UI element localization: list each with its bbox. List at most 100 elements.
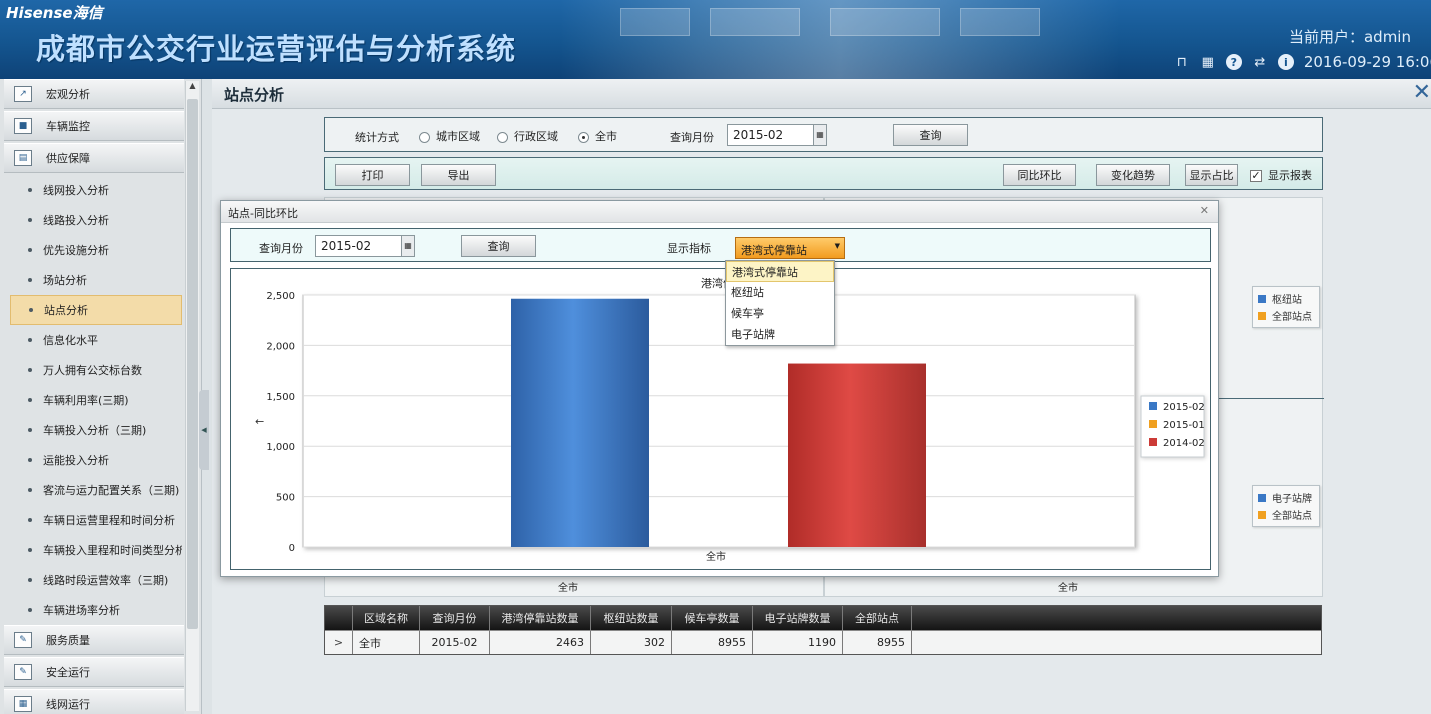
sidebar-item-priority[interactable]: 优先设施分析 — [10, 235, 182, 265]
modal-month-input[interactable]: 2015-02 ▦ — [315, 235, 415, 257]
radio-button[interactable] — [419, 131, 430, 143]
scrollbar-thumb[interactable] — [187, 99, 198, 629]
bg-xlabel-right: 全市 — [1058, 583, 1078, 594]
info-icon[interactable]: i — [1277, 54, 1294, 70]
chart-icon: ↗ — [14, 86, 32, 102]
sidebar-item-depot[interactable]: 场站分析 — [10, 265, 182, 295]
x-tick-label: 全市 — [706, 550, 726, 563]
y-axis-ticks: 0 500 1,000 1,500 2,000 2,500 — [266, 291, 295, 554]
y-tick-label: 500 — [276, 493, 295, 504]
sidebar-item-per-10k[interactable]: 万人拥有公交标台数 — [10, 355, 182, 385]
radio-admin-area[interactable]: 行政区域 — [497, 128, 558, 144]
sidebar-scrollbar[interactable]: ▲ — [185, 81, 199, 711]
radio-whole-city[interactable]: 全市 — [578, 128, 617, 144]
sidebar-cat-supply[interactable]: ▤ 供应保障 — [4, 143, 184, 173]
monitor-icon: ■ — [14, 118, 32, 134]
modal-toolbar: 查询月份 2015-02 ▦ 查询 显示指标 港湾式停靠站 ▼ — [230, 228, 1211, 262]
sidebar-item-efficiency[interactable]: 线路时段运营效率（三期) — [10, 565, 182, 595]
print-button[interactable]: 打印 — [335, 164, 410, 186]
sidebar-item-capacity[interactable]: 运能投入分析 — [10, 445, 182, 475]
bar-2015-02[interactable] — [511, 298, 649, 547]
column-header[interactable]: 查询月份 — [420, 606, 490, 630]
help-icon[interactable]: ? — [1225, 54, 1242, 70]
check-icon[interactable]: ✓ — [1250, 170, 1262, 182]
y-tick-label: 1,000 — [266, 442, 295, 453]
modal-query-button[interactable]: 查询 — [461, 235, 536, 257]
calendar-icon[interactable]: ▦ — [813, 125, 826, 145]
column-header[interactable]: 枢纽站数量 — [591, 606, 672, 630]
plot-area — [302, 294, 1136, 548]
sidebar-item-station[interactable]: 站点分析 — [10, 295, 182, 325]
column-header[interactable]: 候车亭数量 — [672, 606, 753, 630]
filter-panel: 统计方式 城市区域 行政区域 全市 查询月份 2015-02 ▦ 查询 — [324, 117, 1323, 152]
calendar-icon[interactable]: ▦ — [401, 236, 414, 256]
modal-title: 站点-同比环比 — [228, 207, 298, 220]
modal-month-label: 查询月份 — [259, 242, 303, 255]
table-cell: 1190 — [753, 631, 843, 654]
column-header[interactable]: 港湾停靠站数量 — [490, 606, 591, 630]
row-indicator-icon: > — [325, 631, 353, 654]
y-axis-arrow-icon: ← — [255, 415, 264, 428]
scroll-up-icon[interactable]: ▲ — [186, 81, 199, 95]
bg-xlabel-left: 全市 — [558, 583, 578, 594]
close-page-icon[interactable]: ✕ — [1413, 82, 1431, 104]
safety-icon: ✎ — [14, 664, 32, 680]
modal-titlebar[interactable]: 站点-同比环比 ✕ — [221, 201, 1218, 223]
sidebar-cat-label: 线网运行 — [46, 698, 90, 711]
legend-label: 2015-02 — [1163, 402, 1205, 413]
table-header: 区域名称 查询月份 港湾停靠站数量 枢纽站数量 候车亭数量 电子站牌数量 全部站… — [325, 606, 1321, 630]
supply-icon: ▤ — [14, 150, 32, 166]
header-bus-image — [560, 0, 1120, 79]
dropdown-option[interactable]: 港湾式停靠站 — [726, 261, 834, 282]
yoy-button[interactable]: 同比环比 — [1003, 164, 1076, 186]
sidebar-item-mileage-type[interactable]: 车辆投入里程和时间类型分析 — [10, 535, 182, 565]
dropdown-option[interactable]: 候车亭 — [726, 303, 834, 324]
indicator-select[interactable]: 港湾式停靠站 ▼ — [735, 237, 845, 259]
radio-button[interactable] — [497, 131, 508, 143]
radio-button[interactable] — [578, 131, 589, 143]
table-row[interactable]: > 全市 2015-02 2463 302 8955 1190 8955 — [325, 630, 1321, 654]
sidebar-collapse-handle[interactable]: ◀ — [199, 390, 209, 470]
y-tick-label: 2,000 — [266, 341, 295, 352]
switch-icon[interactable]: ⇄ — [1252, 54, 1268, 70]
radio-label: 全市 — [595, 130, 617, 143]
dropdown-option[interactable]: 枢纽站 — [726, 282, 834, 303]
y-tick-label: 1,500 — [266, 392, 295, 403]
query-button[interactable]: 查询 — [893, 124, 968, 146]
month-input[interactable]: 2015-02 ▦ — [727, 124, 827, 146]
sidebar-item-network-input[interactable]: 线网投入分析 — [10, 175, 182, 205]
sidebar-cat-service[interactable]: ✎ 服务质量 — [4, 625, 184, 655]
bar-2014-02[interactable] — [788, 363, 926, 547]
sidebar-cat-network[interactable]: ▦ 线网运行 — [4, 689, 184, 714]
column-header[interactable]: 全部站点 — [843, 606, 912, 630]
crop-icon[interactable]: ⊓ — [1174, 54, 1190, 70]
sidebar-cat-label: 宏观分析 — [46, 88, 90, 101]
column-header[interactable]: 电子站牌数量 — [753, 606, 843, 630]
keyboard-icon[interactable]: ▦ — [1200, 54, 1216, 70]
sidebar-item-daily-mileage[interactable]: 车辆日运营里程和时间分析 — [10, 505, 182, 535]
sidebar-item-route-input[interactable]: 线路投入分析 — [10, 205, 182, 235]
legend-swatch — [1149, 420, 1157, 428]
dropdown-option[interactable]: 电子站牌 — [726, 324, 834, 345]
close-icon[interactable]: ✕ — [1200, 204, 1209, 217]
sidebar-item-informatization[interactable]: 信息化水平 — [10, 325, 182, 355]
sidebar-item-vehicle-input[interactable]: 车辆投入分析（三期) — [10, 415, 182, 445]
chart-legend: 2015-02 2015-01 2014-02 — [1140, 395, 1205, 458]
ratio-button[interactable]: 显示占比 — [1185, 164, 1238, 186]
sidebar-cat-vehicle[interactable]: ■ 车辆监控 — [4, 111, 184, 141]
column-header[interactable]: 区域名称 — [353, 606, 420, 630]
sidebar-cat-safety[interactable]: ✎ 安全运行 — [4, 657, 184, 687]
table-cell: 8955 — [843, 631, 912, 654]
sidebar-item-passenger-flow[interactable]: 客流与运力配置关系（三期) — [10, 475, 182, 505]
export-button[interactable]: 导出 — [421, 164, 496, 186]
sidebar-cat-macro[interactable]: ↗ 宏观分析 — [4, 79, 184, 109]
chevron-down-icon: ▼ — [834, 242, 840, 250]
page-title: 站点分析 — [224, 86, 285, 104]
table-header-indicator — [325, 606, 353, 630]
radio-city-area[interactable]: 城市区域 — [419, 128, 480, 144]
sidebar-item-utilization[interactable]: 车辆利用率(三期) — [10, 385, 182, 415]
show-report-checkbox[interactable]: ✓ 显示报表 — [1250, 167, 1312, 183]
sidebar-item-entry-rate[interactable]: 车辆进场率分析 — [10, 595, 182, 625]
trend-button[interactable]: 变化趋势 — [1096, 164, 1170, 186]
action-toolbar: 打印 导出 同比环比 变化趋势 显示占比 ✓ 显示报表 — [324, 157, 1323, 190]
